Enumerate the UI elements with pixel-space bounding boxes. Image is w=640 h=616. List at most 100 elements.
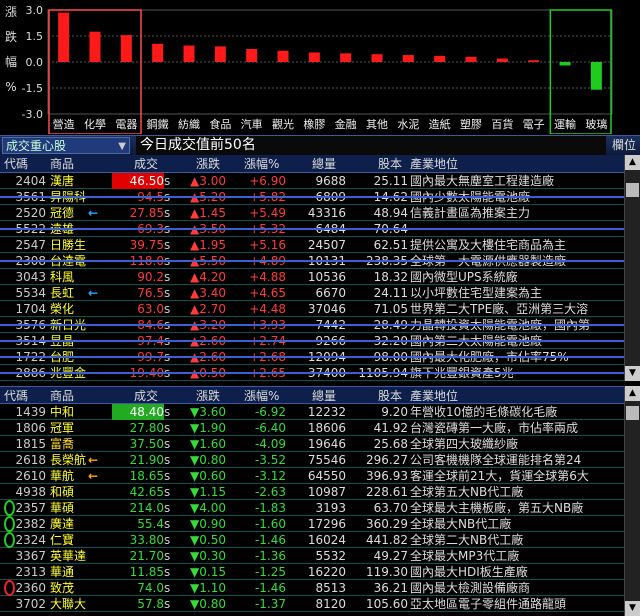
total-volume: 16024 [307,533,346,547]
top-table-body: 2404 漢唐 46.50 s ▲3.00 +6.90 9688 25.11 國內最大無塵室工程… [0,173,624,381]
table-row[interactable]: 2382 廣達 55.4 s ▼0.90 -1.60 17296 360.29 全球最大NB代工… [0,516,624,532]
strike-line [0,196,624,198]
header-change[interactable]: 漲跌 [196,387,220,405]
header-code[interactable]: 代碼 [4,387,28,405]
x-tick-label: 金融 [335,117,357,131]
header-industry[interactable]: 產業地位 [410,387,458,405]
change-percent: +4.48 [249,302,286,316]
scroll-up-icon[interactable]: ▲ [625,155,640,170]
total-volume: 43316 [307,206,346,220]
change-percent: -4.09 [254,437,286,451]
y-axis-label: 幅 [5,54,17,69]
table-row[interactable]: 2404 漢唐 46.50 s ▲3.00 +6.90 9688 25.11 國內最大無塵室工程… [0,173,624,189]
industry-position: 全球最大NB代工廠 [410,517,512,531]
header-pct[interactable]: 漲幅% [244,387,279,405]
stock-code: 2520 [15,206,46,220]
arrow-left-icon: ← [88,206,99,220]
stock-name: 仁寶 [50,533,75,547]
bar-玻璃 [590,62,602,90]
sector-change-chart: 3.0 1.5 0.0 -1.5 -3.0 漲跌幅% 營造 化學 電器 鋼鐵 紡織 食品 汽車 觀光 橡膠金… [0,0,640,134]
industry-position: 年營收10億的毛條碳化毛廠 [410,405,558,419]
table-row[interactable]: 2618 長榮航 21.90 s ▼0.80 -3.52 75546 296.27 公司客機機隊… [0,452,624,468]
header-name[interactable]: 商品 [50,387,74,405]
table-row[interactable]: 2324 仁寶 33.80 s ▼0.50 -1.46 16024 441.82 全球第二大NB… [0,532,624,548]
x-tick-label: 化學 [84,117,106,131]
table-row[interactable]: 1704 榮化 63.0 s ▲2.70 +4.48 37046 71.05 世界第二大TPE廠… [0,301,624,317]
table-row[interactable]: 1722台肥99.7s▲2.60+2.681209498.00國內最大化肥廠，市… [0,349,624,365]
table-row[interactable]: 2308台達電118.0s▲5.50+4.8910131238.35全球第一大電… [0,253,624,269]
table-row[interactable]: 3367 英華達 21.70 s ▼0.30 -1.36 5532 49.27 全球最大MP3代… [0,548,624,564]
industry-position: 以小坪數住宅型建案為主 [410,286,543,300]
table-row[interactable]: 2313 華通 11.85 s ▼0.15 -1.25 16220 119.30 國內最大HDI… [0,564,624,580]
table-row[interactable]: 1815 富喬 37.50 s ▼1.60 -4.09 19646 25.68 全球第四大玻纖紗… [0,436,624,452]
share-capital: 119.30 [366,565,408,579]
table-row[interactable]: 3561昇陽科94.5s▲5.20+5.82680914.62國內少數太陽能電池… [0,189,624,205]
header-capital[interactable]: 股本 [378,155,402,173]
header-pct[interactable]: 漲幅% [244,155,279,173]
table-row[interactable]: 3514昱晶97.4s▲2.60+2.74926632.20國內第二大太陽能電池… [0,333,624,349]
scroll-up-icon[interactable]: ▲ [625,386,640,401]
bottom-scroll-thumb[interactable] [626,406,639,420]
header-price[interactable]: 成交 [134,387,158,405]
stock-name: 冠軍 [50,421,75,435]
top-scrollbar[interactable]: ▲ ▼ [624,155,640,381]
x-tick-label: 其他 [366,118,388,131]
last-price: 63.0 [137,302,164,316]
bar-橡膠 [308,52,320,62]
stock-code: 2610 [15,469,46,483]
table-row[interactable]: 3576新日光84.6s▲3.20+3.93744228.49力晶轉投資太陽能電… [0,317,624,333]
header-name[interactable]: 商品 [50,155,74,173]
header-volume[interactable]: 總量 [312,387,336,405]
table-row[interactable]: 3043 科風 90.2 s ▲4.20 +4.88 10536 18.32 國內微型UPS系統… [0,269,624,285]
bottom-scrollbar[interactable]: ▲ ▼ [624,386,640,616]
x-tick-label: 觀光 [272,117,294,131]
bar-食品 [214,46,226,62]
industry-position: 國內最大無塵室工程建造廠 [410,174,555,188]
top-table-title: 今日成交值前50名 [136,136,606,155]
table-row[interactable]: 2886兆豐金19.40s▲0.50+2.65374001105.94旗下兆豐銀… [0,365,624,381]
last-price: 11.85 [129,565,164,579]
table-row[interactable]: 2360 致茂 74.0 s ▼1.10 -1.46 8513 36.21 國內最大檢測設備廠商 [0,580,624,596]
price-flag: s [164,565,171,579]
header-industry[interactable]: 產業地位 [410,155,458,173]
table-row[interactable]: 1439 中和 48.40 s ▼3.60 -6.92 12232 9.20 年營收10億的毛條… [0,404,624,420]
header-capital[interactable]: 股本 [378,387,402,405]
stock-name: 華碩 [50,501,75,515]
table-row[interactable]: 3702 大聯大 57.8 s ▼0.80 -1.37 8120 105.60 亞太地區電子零組… [0,596,624,612]
table-row[interactable]: 2520 冠德 27.85 s ▲1.45 +5.49 43316 48.94 信義計畫區為推案… [0,205,624,221]
table-row[interactable]: 5534 長虹 76.5 s ▲3.40 +4.65 6670 24.11 以小坪數住宅型建案為… [0,285,624,301]
top-scroll-thumb[interactable] [626,183,639,197]
scroll-down-icon[interactable]: ▼ [625,366,640,381]
share-capital: 228.61 [366,485,408,499]
columns-button[interactable]: 欄位 [612,136,636,155]
table-row[interactable]: 2357 華碩 214.0 s ▼4.00 -1.83 3193 63.70 全球最大主機板廠，… [0,500,624,516]
price-flag: s [164,485,171,499]
bar-水泥 [402,55,414,62]
header-code[interactable]: 代碼 [4,155,28,173]
stock-name: 科風 [50,270,75,284]
last-price: 57.8 [137,597,164,611]
header-volume[interactable]: 總量 [312,155,336,173]
table-row[interactable]: 2610 華航 18.65 s ▼0.60 -3.12 64550 396.93 客運全球前21… [0,468,624,484]
industry-position: 全球第五大NB代工廠 [410,485,524,499]
change-percent: +5.16 [249,238,286,252]
header-change[interactable]: 漲跌 [196,155,220,173]
group-selector[interactable]: 成交重心股 ▼ [2,137,130,154]
share-capital: 296.27 [366,453,408,467]
share-capital: 36.21 [373,581,408,595]
arrow-left-icon: ← [88,469,99,483]
table-row[interactable]: 1806 冠軍 27.80 s ▼1.90 -6.40 18606 41.92 台灣瓷磚第一大廠… [0,420,624,436]
bar-紡織 [183,45,195,62]
change-percent: +6.90 [249,174,286,188]
table-row[interactable]: 4938 和碩 42.65 s ▼1.15 -2.63 10987 228.61 全球第五大NB… [0,484,624,500]
price-change: ▼1.90 [190,421,226,435]
price-change: ▲1.95 [190,238,226,252]
industry-position: 全球最大主機板廠，第五大NB廠 [410,501,584,515]
table-row[interactable]: 5522遠雄69.3s▲3.50+5.32648470.64 [0,221,624,237]
table-row[interactable]: 2547 日勝生 39.75 s ▲1.95 +5.16 24507 62.51 提供公寓及大樓… [0,237,624,253]
stock-name: 廣達 [50,517,75,531]
x-tick-label: 食品 [209,117,231,131]
change-percent: -1.60 [254,517,286,531]
header-price[interactable]: 成交 [134,155,158,173]
scroll-down-icon[interactable]: ▼ [625,601,640,616]
